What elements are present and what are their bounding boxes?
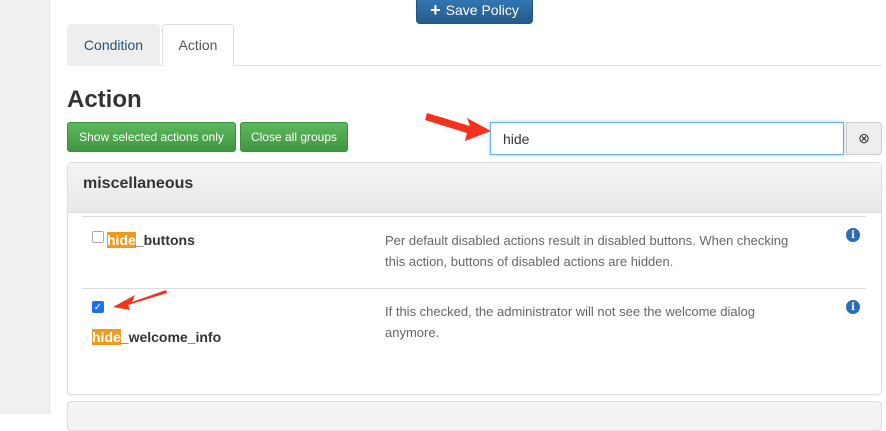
annotation-arrow-checkbox xyxy=(113,290,167,310)
info-icon[interactable]: i xyxy=(846,300,860,314)
save-policy-label: Save Policy xyxy=(445,2,519,18)
group-title[interactable]: miscellaneous xyxy=(68,163,881,213)
annotation-arrow-search xyxy=(425,113,491,141)
tab-action[interactable]: Action xyxy=(162,24,234,66)
info-icon[interactable]: i xyxy=(846,228,860,242)
clear-icon: ⊗ xyxy=(858,130,870,146)
action-checkbox-hide-buttons[interactable] xyxy=(92,231,104,243)
search-highlight: hide xyxy=(107,232,136,248)
plus-icon: + xyxy=(430,0,441,20)
action-checkbox-hide-welcome-info[interactable]: ✓ xyxy=(92,301,104,313)
tab-condition[interactable]: Condition xyxy=(67,24,160,66)
show-selected-actions-button[interactable]: Show selected actions only xyxy=(67,122,236,152)
action-name: hide_welcome_info xyxy=(92,329,221,345)
search-highlight: hide xyxy=(92,329,121,345)
action-description: Per default disabled actions result in d… xyxy=(385,233,789,269)
action-description: If this checked, the administrator will … xyxy=(385,304,755,340)
row-divider xyxy=(82,288,866,289)
page-title: Action xyxy=(67,86,142,113)
left-sidebar xyxy=(0,0,50,414)
action-name-rest: _welcome_info xyxy=(120,329,222,345)
clear-search-button[interactable]: ⊗ xyxy=(846,122,882,155)
group-panel-miscellaneous: miscellaneous hide_buttons Per default d… xyxy=(67,162,882,395)
row-divider xyxy=(82,216,866,217)
action-name-rest: _buttons xyxy=(135,232,195,248)
close-all-groups-button[interactable]: Close all groups xyxy=(240,122,348,152)
next-group-panel xyxy=(67,401,882,431)
action-name: hide_buttons xyxy=(107,232,195,248)
save-policy-button[interactable]: + Save Policy xyxy=(416,0,533,24)
search-input[interactable] xyxy=(490,122,844,155)
